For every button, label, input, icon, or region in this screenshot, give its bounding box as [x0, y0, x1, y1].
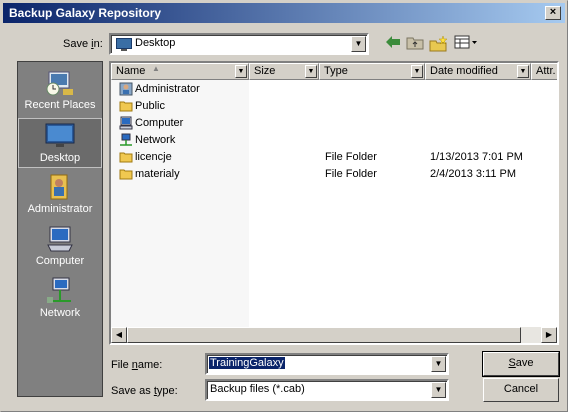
network-icon: [120, 133, 132, 146]
scroll-left-button[interactable]: ◀: [111, 327, 127, 343]
folder-icon: [119, 169, 133, 180]
save-dialog: Backup Galaxy Repository × Save in: Desk…: [0, 0, 568, 412]
cancel-button[interactable]: Cancel: [483, 378, 559, 402]
place-recent-places[interactable]: Recent Places: [18, 66, 102, 116]
network-icon: [47, 277, 71, 303]
list-item[interactable]: Network: [111, 132, 557, 149]
chevron-right-icon: ▶: [545, 330, 553, 339]
chevron-down-icon[interactable]: ▼: [411, 65, 423, 78]
chevron-down-icon[interactable]: ▼: [431, 382, 446, 398]
user-folder-icon: [50, 174, 68, 200]
chevron-left-icon: ◀: [115, 330, 123, 339]
column-header-attr[interactable]: Attr.: [531, 63, 557, 80]
desktop-icon: [116, 38, 132, 51]
new-folder-button[interactable]: [429, 35, 449, 53]
chevron-down-icon[interactable]: ▼: [305, 65, 317, 78]
chevron-down-icon[interactable]: ▼: [517, 65, 529, 78]
close-button[interactable]: ×: [545, 6, 561, 20]
back-arrow-icon: [386, 36, 400, 48]
list-item[interactable]: Public: [111, 98, 557, 115]
place-administrator[interactable]: Administrator: [18, 170, 102, 220]
place-network[interactable]: Network: [18, 274, 102, 324]
file-list[interactable]: Name ▲ ▼ Size ▼ Type ▼ Date modified ▼ Attr. …: [109, 61, 559, 345]
computer-icon: [47, 226, 73, 252]
place-label: Computer: [35, 255, 85, 267]
save-as-type-value: Backup files (*.cab): [210, 383, 305, 395]
chevron-down-icon[interactable]: ▼: [431, 356, 446, 372]
save-as-type-dropdown[interactable]: Backup files (*.cab) ▼: [205, 379, 449, 401]
places-bar: Recent Places Desktop Administrator Comp…: [17, 61, 103, 397]
list-item[interactable]: materialy File Folder 2/4/2013 3:11 PM: [111, 166, 557, 183]
recent-places-icon: [46, 71, 73, 96]
list-item[interactable]: licencje File Folder 1/13/2013 7:01 PM: [111, 149, 557, 166]
place-desktop[interactable]: Desktop: [18, 118, 102, 168]
save-in-value: Desktop: [135, 37, 176, 49]
back-button[interactable]: [383, 35, 403, 53]
place-label: Administrator: [27, 203, 93, 215]
title-bar: Backup Galaxy Repository ×: [3, 3, 565, 23]
close-icon: ×: [549, 6, 557, 18]
place-label: Recent Places: [24, 99, 96, 111]
views-menu-icon: [454, 35, 477, 49]
save-in-dropdown[interactable]: Desktop ▼: [109, 33, 369, 55]
save-as-type-label: Save as type:: [111, 385, 178, 397]
scroll-thumb[interactable]: [127, 327, 521, 343]
new-folder-icon: [429, 35, 448, 52]
folder-icon: [119, 152, 133, 163]
file-name-input[interactable]: TrainingGalaxy ▼: [205, 353, 449, 375]
chevron-down-icon[interactable]: ▼: [351, 36, 366, 52]
column-header-type[interactable]: Type ▼: [319, 63, 425, 80]
list-item[interactable]: Administrator: [111, 81, 557, 98]
window-title: Backup Galaxy Repository: [9, 6, 162, 20]
horizontal-scrollbar[interactable]: ◀ ▶: [111, 327, 557, 343]
column-header-size[interactable]: Size ▼: [249, 63, 319, 80]
save-in-label: Save in:: [63, 38, 103, 50]
desktop-icon: [45, 123, 75, 147]
views-menu-button[interactable]: [453, 35, 479, 53]
place-label: Desktop: [39, 152, 81, 164]
file-name-label: File name:: [111, 359, 163, 371]
column-header-name[interactable]: Name ▲ ▼: [111, 63, 249, 80]
place-computer[interactable]: Computer: [18, 222, 102, 272]
user-icon: [119, 82, 133, 96]
list-item[interactable]: Computer: [111, 115, 557, 132]
column-header-date-modified[interactable]: Date modified ▼: [425, 63, 531, 80]
file-name-value: TrainingGalaxy: [209, 357, 285, 369]
chevron-down-icon[interactable]: ▼: [235, 65, 247, 78]
folder-icon: [119, 101, 133, 112]
place-label: Network: [39, 307, 81, 319]
up-folder-icon: [406, 37, 424, 50]
computer-icon: [119, 116, 133, 130]
save-button[interactable]: Save: [482, 351, 560, 377]
scroll-right-button[interactable]: ▶: [541, 327, 557, 343]
up-folder-button[interactable]: [405, 35, 425, 53]
sort-ascending-icon: ▲: [152, 64, 160, 73]
